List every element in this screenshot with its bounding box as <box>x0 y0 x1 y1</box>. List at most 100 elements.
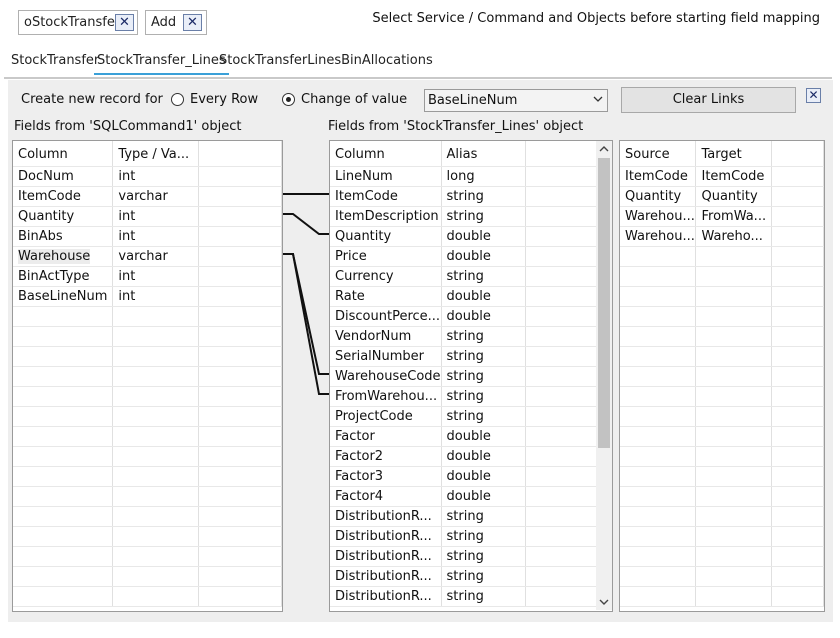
target-field-row-cell[interactable]: ItemCode <box>330 186 441 206</box>
scroll-thumb[interactable] <box>598 158 610 448</box>
target-field-row[interactable]: DiscountPerce...double <box>330 306 597 326</box>
target-field-row[interactable]: ProjectCodestring <box>330 406 597 426</box>
target-fields-grid[interactable]: Column Alias LineNumlongItemCodestringIt… <box>329 140 613 612</box>
source-field-row-cell[interactable]: Quantity <box>13 206 113 226</box>
mapping-grid[interactable]: Source Target ItemCodeItemCodeQuantityQu… <box>619 140 825 612</box>
target-field-row-cell[interactable]: string <box>441 326 525 346</box>
target-field-row-cell[interactable]: string <box>441 186 525 206</box>
target-field-row[interactable]: DistributionR...string <box>330 506 597 526</box>
every-row-label[interactable]: Every Row <box>190 92 258 107</box>
target-field-row-cell[interactable]: LineNum <box>330 166 441 186</box>
mapping-row-cell[interactable]: Quantity <box>696 186 772 206</box>
source-field-row-cell[interactable]: int <box>113 226 199 246</box>
target-field-row[interactable]: Factordouble <box>330 426 597 446</box>
target-field-row[interactable]: DistributionR...string <box>330 586 597 606</box>
source-field-row[interactable]: DocNumint <box>13 166 282 186</box>
target-field-row-cell[interactable]: DistributionR... <box>330 586 441 606</box>
tab-stocktransfer-lines-bin-allocations[interactable]: StockTransferLinesBinAllocations <box>216 53 436 75</box>
target-field-row-cell[interactable]: double <box>441 246 525 266</box>
target-field-row-cell[interactable]: string <box>441 566 525 586</box>
scroll-down-icon[interactable] <box>599 598 609 606</box>
target-field-row[interactable]: ItemDescriptionstring <box>330 206 597 226</box>
target-field-row[interactable]: Quantitydouble <box>330 226 597 246</box>
target-field-row-cell[interactable]: Quantity <box>330 226 441 246</box>
scroll-up-icon[interactable] <box>599 145 609 153</box>
target-field-row-cell[interactable]: double <box>441 446 525 466</box>
every-row-radio[interactable] <box>171 93 184 106</box>
target-field-row-cell[interactable]: SerialNumber <box>330 346 441 366</box>
target-field-row-cell[interactable]: double <box>441 486 525 506</box>
source-field-row[interactable]: BaseLineNumint <box>13 286 282 306</box>
target-field-row-cell[interactable]: Factor <box>330 426 441 446</box>
target-field-row[interactable]: DistributionR...string <box>330 526 597 546</box>
mapping-row-cell[interactable]: FromWa... <box>696 206 772 226</box>
target-field-row-cell[interactable]: ProjectCode <box>330 406 441 426</box>
target-field-row[interactable]: WarehouseCodestring <box>330 366 597 386</box>
target-field-row-cell[interactable]: double <box>441 286 525 306</box>
target-field-row-cell[interactable]: double <box>441 426 525 446</box>
mapping-row-cell[interactable]: Warehou... <box>620 226 696 246</box>
target-field-row-cell[interactable]: Price <box>330 246 441 266</box>
target-field-row[interactable]: Factor3double <box>330 466 597 486</box>
target-field-row-cell[interactable]: string <box>441 526 525 546</box>
target-field-row[interactable]: DistributionR...string <box>330 546 597 566</box>
mapping-row-cell[interactable]: Warehou... <box>620 206 696 226</box>
target-field-row-cell[interactable]: DiscountPerce... <box>330 306 441 326</box>
target-field-row-cell[interactable]: Currency <box>330 266 441 286</box>
source-field-row-cell[interactable]: BinActType <box>13 266 113 286</box>
target-field-row[interactable]: FromWarehou...string <box>330 386 597 406</box>
target-field-row-cell[interactable]: DistributionR... <box>330 526 441 546</box>
target-field-row-cell[interactable]: double <box>441 466 525 486</box>
target-field-row-cell[interactable]: string <box>441 406 525 426</box>
source-field-row[interactable]: BinAbsint <box>13 226 282 246</box>
tab-stocktransfer[interactable]: StockTransfer <box>8 53 102 75</box>
target-field-row-cell[interactable]: DistributionR... <box>330 506 441 526</box>
source-field-row[interactable]: ItemCodevarchar <box>13 186 282 206</box>
mapping-row[interactable]: QuantityQuantity <box>620 186 824 206</box>
target-column-header[interactable]: Column <box>330 141 441 166</box>
target-field-row-cell[interactable]: FromWarehou... <box>330 386 441 406</box>
target-field-row-cell[interactable]: string <box>441 546 525 566</box>
target-field-row[interactable]: Pricedouble <box>330 246 597 266</box>
mapping-row[interactable]: ItemCodeItemCode <box>620 166 824 186</box>
target-field-row[interactable]: SerialNumberstring <box>330 346 597 366</box>
change-of-value-label[interactable]: Change of value <box>301 92 407 107</box>
source-field-row-cell[interactable]: int <box>113 166 199 186</box>
target-field-row-cell[interactable]: Factor4 <box>330 486 441 506</box>
target-field-row-cell[interactable]: string <box>441 506 525 526</box>
command-tag[interactable]: Add ✕ <box>145 10 207 35</box>
target-field-row-cell[interactable]: DistributionR... <box>330 566 441 586</box>
target-field-row[interactable]: ItemCodestring <box>330 186 597 206</box>
change-of-value-radio[interactable] <box>282 93 295 106</box>
mapping-row-cell[interactable]: Wareho... <box>696 226 772 246</box>
target-field-row-cell[interactable]: Rate <box>330 286 441 306</box>
target-field-row-cell[interactable]: string <box>441 266 525 286</box>
source-field-row[interactable]: BinActTypeint <box>13 266 282 286</box>
source-field-row-cell[interactable]: BaseLineNum <box>13 286 113 306</box>
target-field-row-cell[interactable]: double <box>441 226 525 246</box>
target-alias-header[interactable]: Alias <box>441 141 525 166</box>
mapping-row-cell[interactable]: ItemCode <box>620 166 696 186</box>
service-tag[interactable]: oStockTransfer ✕ <box>18 10 138 35</box>
target-field-row[interactable]: VendorNumstring <box>330 326 597 346</box>
target-field-row-cell[interactable]: long <box>441 166 525 186</box>
target-field-row-cell[interactable]: DistributionR... <box>330 546 441 566</box>
source-field-row-cell[interactable]: int <box>113 286 199 306</box>
target-field-row-cell[interactable]: string <box>441 206 525 226</box>
source-field-row[interactable]: Quantityint <box>13 206 282 226</box>
mapping-target-header[interactable]: Target <box>696 141 772 166</box>
target-field-row[interactable]: LineNumlong <box>330 166 597 186</box>
target-field-row-cell[interactable]: double <box>441 306 525 326</box>
target-field-row[interactable]: DistributionR...string <box>330 566 597 586</box>
target-field-row-cell[interactable]: string <box>441 586 525 606</box>
target-field-row-cell[interactable]: string <box>441 386 525 406</box>
source-field-row[interactable]: Warehousevarchar <box>13 246 282 266</box>
remove-command-icon[interactable]: ✕ <box>183 14 202 31</box>
clear-links-button[interactable]: Clear Links <box>621 87 796 113</box>
mapping-row[interactable]: Warehou...FromWa... <box>620 206 824 226</box>
close-panel-icon[interactable]: ✕ <box>806 88 821 103</box>
target-field-row[interactable]: Ratedouble <box>330 286 597 306</box>
mapping-row-cell[interactable]: ItemCode <box>696 166 772 186</box>
source-field-row-cell[interactable]: DocNum <box>13 166 113 186</box>
target-field-row-cell[interactable]: Factor3 <box>330 466 441 486</box>
